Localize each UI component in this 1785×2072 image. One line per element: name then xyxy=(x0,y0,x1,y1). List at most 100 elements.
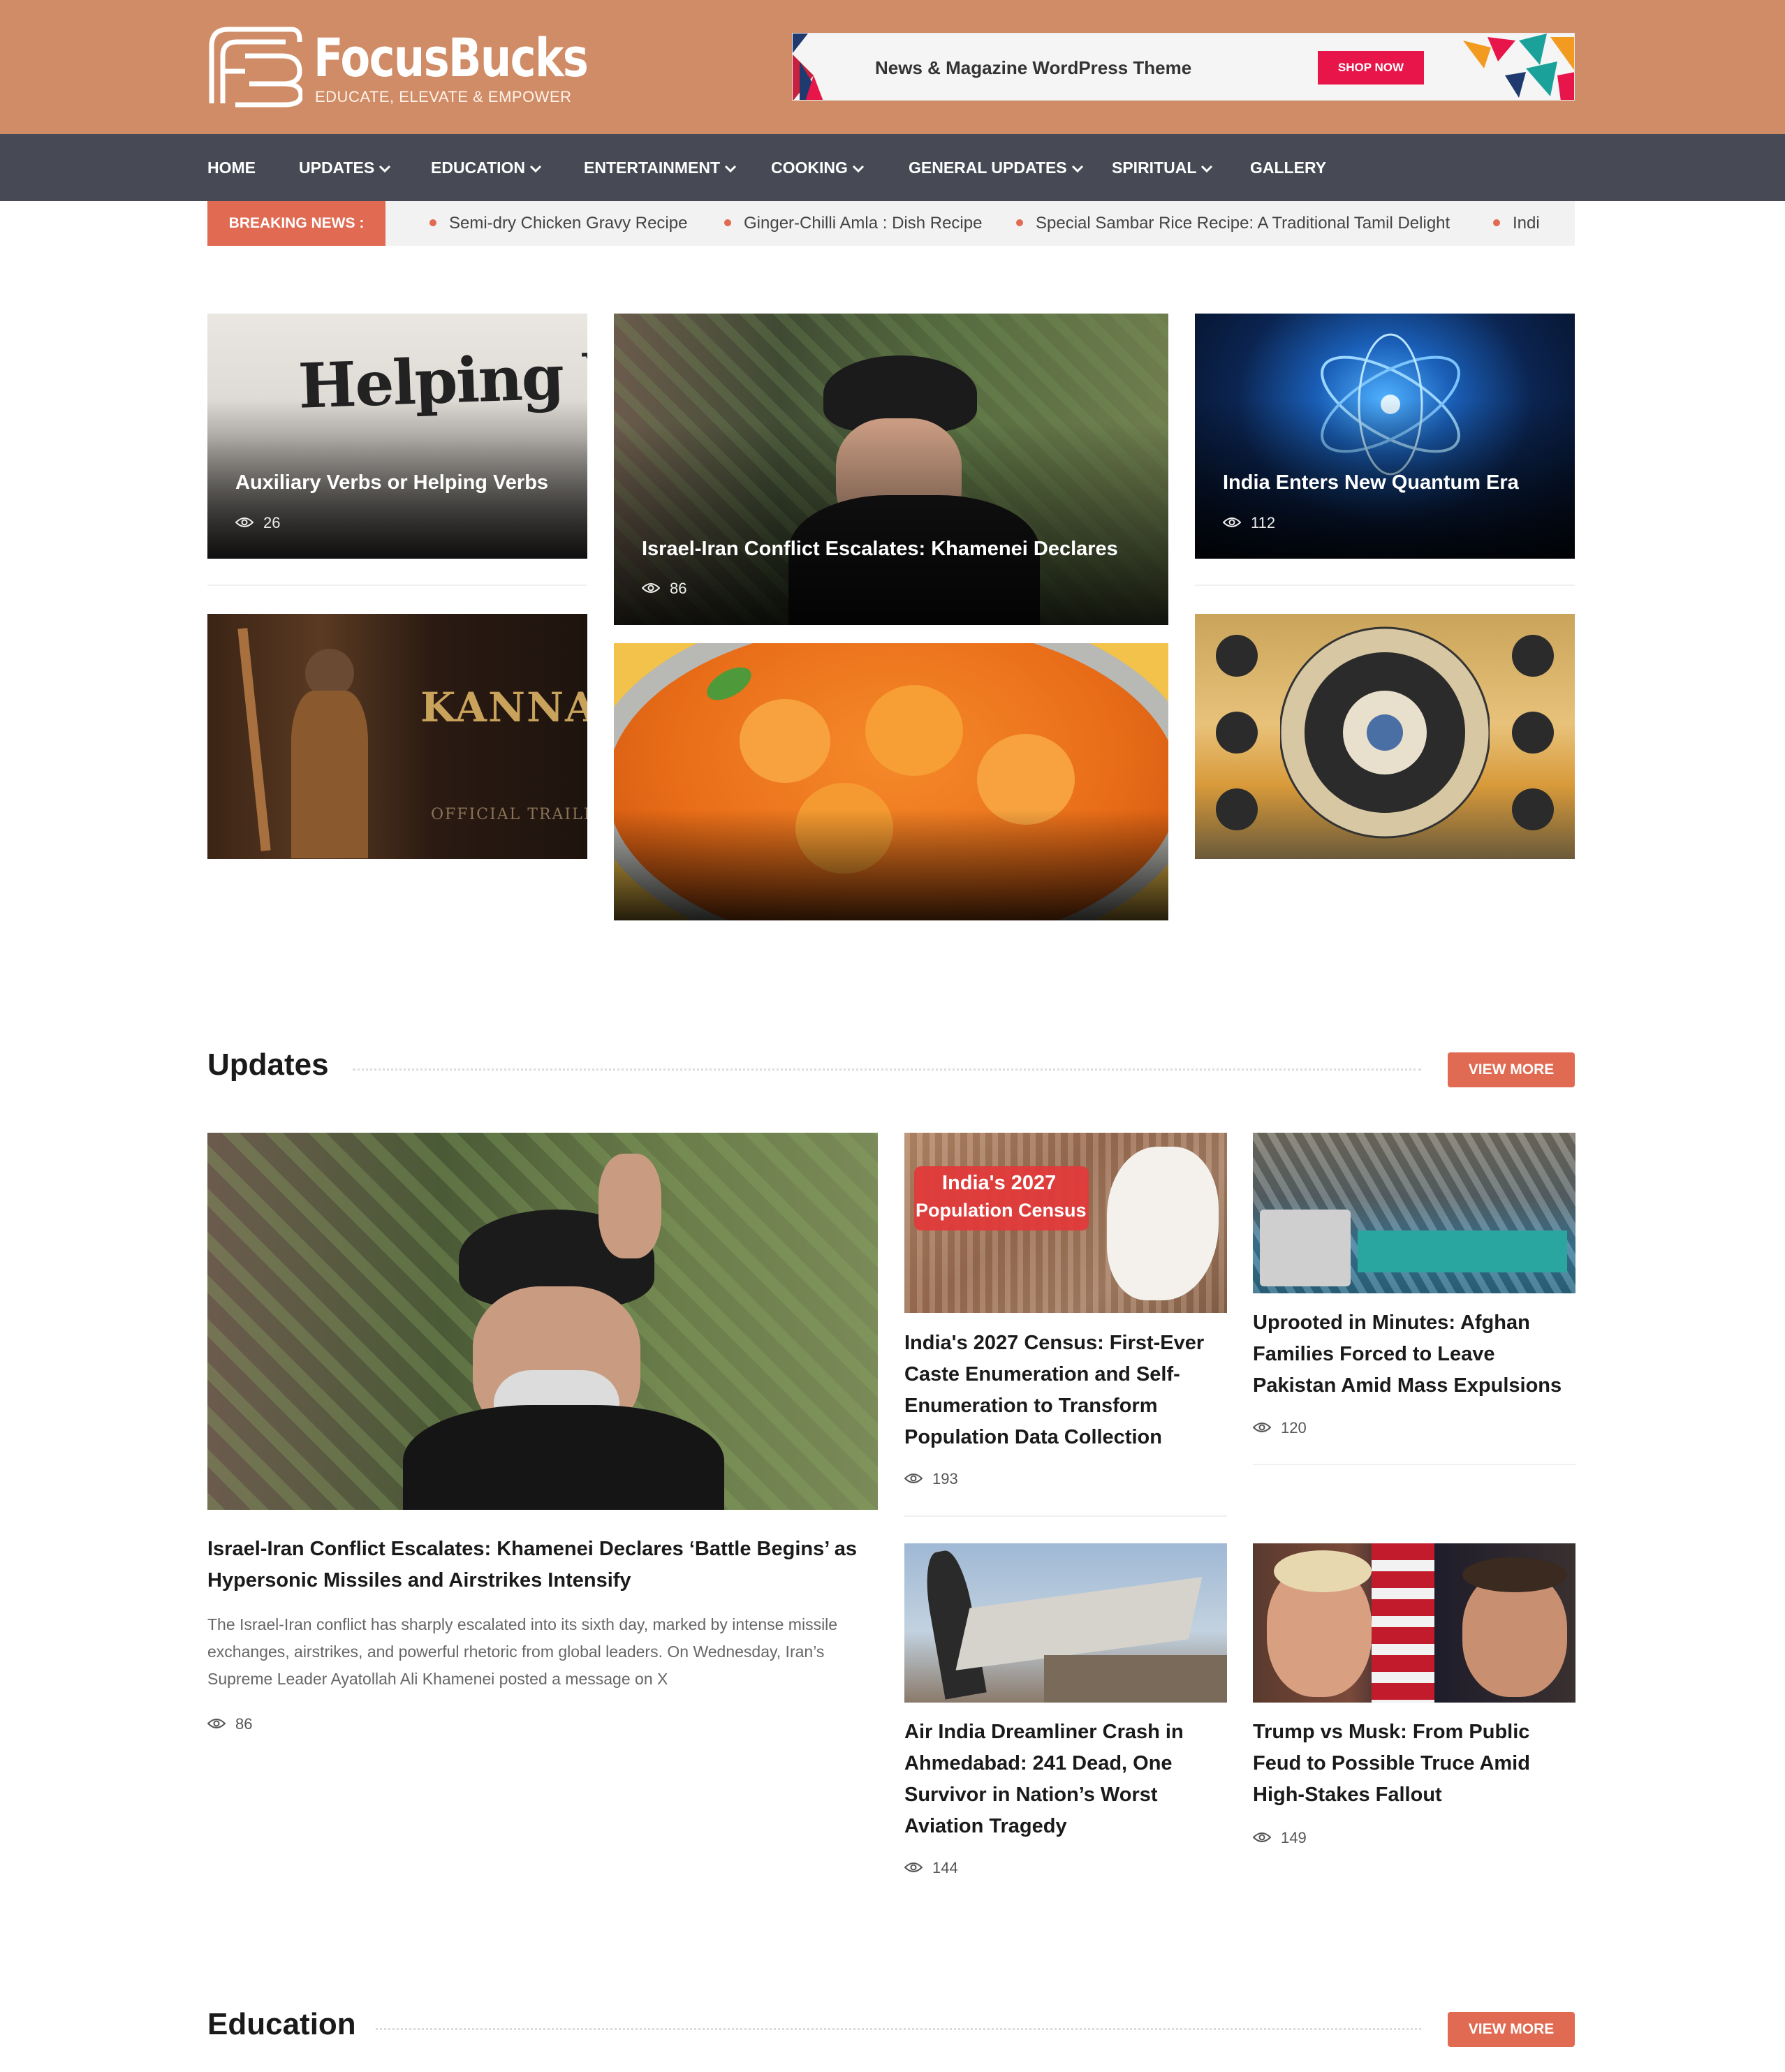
kofta xyxy=(740,699,830,783)
card-title[interactable]: Auxiliary Verbs or Helping Verbs xyxy=(235,471,566,494)
nav-item-education[interactable]: EDUCATION xyxy=(431,134,542,201)
card-shade xyxy=(614,809,1168,920)
card-views: 86 xyxy=(642,580,686,598)
eye-icon xyxy=(207,1719,226,1729)
views-count: 149 xyxy=(1281,1829,1307,1846)
post-views: 193 xyxy=(904,1470,958,1488)
chevron-down-icon xyxy=(1201,165,1213,173)
divider xyxy=(207,585,587,586)
nav-label: GALLERY xyxy=(1250,159,1327,177)
post-title[interactable]: Uprooted in Minutes: Afghan Families For… xyxy=(1253,1307,1575,1402)
main-navigation: HOME UPDATES EDUCATION ENTERTAINMENT COO… xyxy=(0,134,1785,201)
view-more-updates-button[interactable]: VIEW MORE xyxy=(1448,1052,1575,1087)
figure-body xyxy=(291,691,368,858)
card-views: 26 xyxy=(235,514,280,532)
featured-card[interactable]: Helping Verbs Auxiliary Verbs or Helping… xyxy=(207,314,587,559)
ticker-item[interactable]: Ginger-Chilli Amla : Dish Recipe xyxy=(724,201,982,246)
post-title[interactable]: Trump vs Musk: From Public Feud to Possi… xyxy=(1253,1717,1575,1811)
post-image[interactable]: India's 2027 Population Census xyxy=(904,1133,1227,1313)
post-image[interactable] xyxy=(904,1543,1227,1703)
site-name: FocusBucks xyxy=(314,27,589,89)
views-count: 86 xyxy=(235,1715,253,1733)
nav-label: UPDATES xyxy=(299,159,375,177)
section-divider xyxy=(353,1068,1421,1071)
views-count: 26 xyxy=(263,514,281,531)
post-views: 120 xyxy=(1253,1419,1307,1437)
eye-icon xyxy=(904,1474,923,1484)
eye-icon xyxy=(1253,1832,1271,1843)
featured-card[interactable] xyxy=(614,643,1168,920)
shop-now-button[interactable]: SHOP NOW xyxy=(1318,51,1424,85)
zodiac-sign-icon xyxy=(1512,635,1554,677)
post-title[interactable]: Israel-Iran Conflict Escalates: Khamenei… xyxy=(207,1534,878,1596)
figure-robe xyxy=(403,1405,724,1510)
chevron-down-icon xyxy=(379,165,391,173)
kofta xyxy=(865,685,963,776)
view-more-education-button[interactable]: VIEW MORE xyxy=(1448,2012,1575,2047)
hair-left xyxy=(1274,1550,1372,1592)
image-subtext: OFFICIAL TRAILER xyxy=(431,806,587,823)
featured-card-main[interactable]: Israel-Iran Conflict Escalates: Khamenei… xyxy=(614,314,1168,625)
zodiac-sign-icon xyxy=(1512,712,1554,754)
featured-card[interactable] xyxy=(1195,614,1575,859)
eye-icon xyxy=(642,583,660,594)
nav-label: GENERAL UPDATES xyxy=(909,159,1067,177)
eye-icon xyxy=(1223,517,1241,528)
card-title[interactable]: Israel-Iran Conflict Escalates: Khamenei… xyxy=(642,538,1147,561)
breaking-news-bar: BREAKING NEWS : Semi-dry Chicken Gravy R… xyxy=(207,201,1575,246)
header-ad-banner[interactable]: News & Magazine WordPress Theme SHOP NOW xyxy=(792,33,1575,101)
post-views: 149 xyxy=(1253,1829,1307,1847)
divider xyxy=(904,1515,1227,1517)
nav-label: EDUCATION xyxy=(431,159,526,177)
zodiac-sign-icon xyxy=(1216,712,1258,754)
nav-item-general-updates[interactable]: GENERAL UPDATES xyxy=(909,134,1084,201)
post-image[interactable] xyxy=(1253,1133,1575,1293)
site-logo[interactable]: FocusBucks EDUCATE, ELEVATE & EMPOWER xyxy=(207,25,589,109)
card-views: 112 xyxy=(1223,514,1275,532)
ad-text: News & Magazine WordPress Theme xyxy=(875,57,1192,78)
chevron-down-icon xyxy=(529,165,542,173)
post-title[interactable]: India's 2027 Census: First-Ever Caste En… xyxy=(904,1328,1227,1453)
truck xyxy=(1260,1210,1351,1286)
section-divider xyxy=(376,2028,1421,2030)
nav-item-spiritual[interactable]: SPIRITUAL xyxy=(1112,134,1213,201)
nav-item-home[interactable]: HOME xyxy=(207,134,256,201)
views-count: 144 xyxy=(932,1859,958,1876)
logo-mark-icon xyxy=(209,27,302,108)
section-title-updates: Updates xyxy=(207,1048,329,1082)
card-shade xyxy=(614,423,1168,625)
ticker-item[interactable]: Special Sambar Rice Recipe: A Traditiona… xyxy=(1016,201,1450,246)
nav-label: HOME xyxy=(207,159,256,177)
featured-card[interactable]: KANNAPPA OFFICIAL TRAILER xyxy=(207,614,587,859)
chevron-down-icon xyxy=(1071,165,1083,173)
debris xyxy=(1044,1655,1227,1703)
views-count: 112 xyxy=(1251,514,1276,531)
flag-strip xyxy=(1372,1543,1434,1703)
eye-icon xyxy=(1253,1423,1271,1433)
featured-card[interactable]: India Enters New Quantum Era 112 xyxy=(1195,314,1575,559)
post-views: 86 xyxy=(207,1715,252,1733)
ticker-item[interactable]: Indi xyxy=(1493,201,1540,246)
post-image[interactable] xyxy=(207,1133,878,1510)
post-title[interactable]: Air India Dreamliner Crash in Ahmedabad:… xyxy=(904,1717,1227,1842)
card-title[interactable]: India Enters New Quantum Era xyxy=(1223,471,1554,494)
chevron-down-icon xyxy=(725,165,737,173)
divider xyxy=(1253,1464,1575,1465)
views-count: 193 xyxy=(932,1470,958,1487)
zodiac-sign-icon xyxy=(1216,788,1258,830)
nav-item-entertainment[interactable]: ENTERTAINMENT xyxy=(584,134,737,201)
truck-bed xyxy=(1358,1230,1567,1272)
ticker-item[interactable]: Semi-dry Chicken Gravy Recipe xyxy=(429,201,687,246)
views-count: 86 xyxy=(670,580,687,597)
india-map xyxy=(1107,1147,1219,1300)
eye-icon xyxy=(235,517,254,528)
nav-item-updates[interactable]: UPDATES xyxy=(299,134,391,201)
nav-item-gallery[interactable]: GALLERY xyxy=(1250,134,1326,201)
image-text: India's 2027 xyxy=(942,1172,1057,1194)
site-tagline: EDUCATE, ELEVATE & EMPOWER xyxy=(315,88,572,105)
chevron-down-icon xyxy=(852,165,864,173)
nav-item-cooking[interactable]: COOKING xyxy=(771,134,865,201)
post-image[interactable] xyxy=(1253,1543,1575,1703)
site-header: FocusBucks EDUCATE, ELEVATE & EMPOWER Ne… xyxy=(0,0,1785,134)
hair-right xyxy=(1462,1557,1567,1592)
